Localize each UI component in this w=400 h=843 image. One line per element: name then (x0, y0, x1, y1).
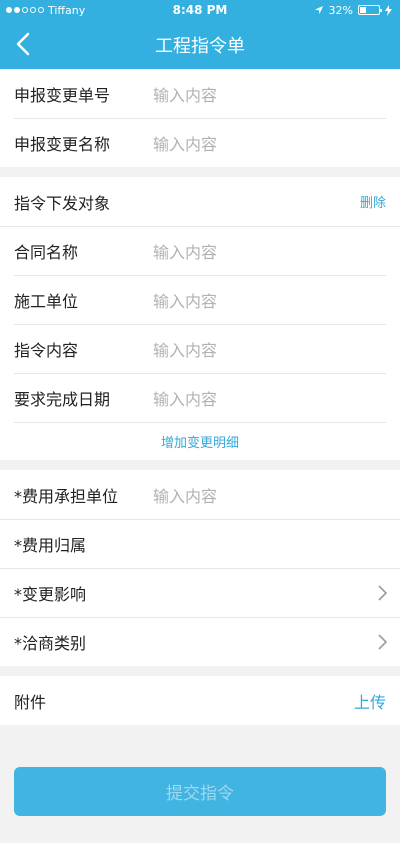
negotiation-type-label: *洽商类别 (14, 633, 87, 653)
add-detail-row: 增加变更明细 (0, 422, 400, 460)
delete-button[interactable]: 删除 (360, 192, 386, 211)
back-button[interactable] (8, 28, 38, 60)
negotiation-type-selector[interactable]: *洽商类别 (0, 617, 400, 666)
attachment-label: 附件 (14, 692, 47, 712)
chevron-left-icon (16, 32, 30, 56)
page-title: 工程指令单 (155, 35, 245, 57)
change-name-label: 申报变更名称 (14, 134, 111, 154)
charging-bolt-icon (385, 4, 392, 16)
change-name-field[interactable]: 申报变更名称 输入内容 (0, 118, 400, 167)
battery-percent: 32% (328, 3, 353, 17)
contract-name-field[interactable]: 合同名称 输入内容 (0, 226, 400, 275)
target-label: 指令下发对象 (14, 193, 111, 213)
instruction-section: 指令下发对象 删除 合同名称 输入内容 施工单位 输入内容 指令内容 输入内容 … (0, 177, 400, 460)
due-date-field[interactable]: 要求完成日期 输入内容 (0, 373, 400, 422)
cost-bearer-label: *费用承担单位 (14, 486, 119, 506)
construction-unit-field[interactable]: 施工单位 输入内容 (0, 275, 400, 324)
change-number-input[interactable]: 输入内容 (153, 82, 217, 106)
attachment-row: 附件 上传 (0, 676, 400, 725)
status-bar: Tiffany 8:48 PM 32% (0, 0, 400, 20)
battery-icon (358, 5, 382, 15)
change-number-field[interactable]: 申报变更单号 输入内容 (0, 69, 400, 118)
change-name-input[interactable]: 输入内容 (153, 131, 217, 155)
cost-section: *费用承担单位 输入内容 *费用归属 *变更影响 *洽商类别 (0, 470, 400, 666)
contract-name-input[interactable]: 输入内容 (153, 239, 217, 263)
instruction-content-label: 指令内容 (14, 340, 79, 360)
cost-bearer-input[interactable]: 输入内容 (153, 483, 217, 507)
change-impact-selector[interactable]: *变更影响 (0, 568, 400, 617)
change-number-label: 申报变更单号 (14, 85, 111, 105)
due-date-input[interactable]: 输入内容 (153, 386, 217, 410)
construction-unit-label: 施工单位 (14, 291, 79, 311)
target-row: 指令下发对象 删除 (0, 177, 400, 226)
chevron-right-icon (378, 633, 388, 650)
upload-button[interactable]: 上传 (354, 689, 386, 713)
construction-unit-input[interactable]: 输入内容 (153, 288, 217, 312)
cost-bearer-field[interactable]: *费用承担单位 输入内容 (0, 470, 400, 519)
submit-instruction-button[interactable]: 提交指令 (14, 767, 386, 816)
attachment-section: 附件 上传 (0, 676, 400, 725)
chevron-right-icon (378, 584, 388, 601)
due-date-label: 要求完成日期 (14, 389, 111, 409)
instruction-content-field[interactable]: 指令内容 输入内容 (0, 324, 400, 373)
change-section: 申报变更单号 输入内容 申报变更名称 输入内容 (0, 69, 400, 167)
cost-attribution-field[interactable]: *费用归属 (0, 519, 400, 568)
instruction-content-input[interactable]: 输入内容 (153, 337, 217, 361)
cost-attribution-label: *费用归属 (14, 535, 87, 555)
add-change-detail-button[interactable]: 增加变更明细 (0, 432, 400, 451)
contract-name-label: 合同名称 (14, 242, 79, 262)
top-bar: Tiffany 8:48 PM 32% 工程指令单 (0, 0, 400, 69)
change-impact-label: *变更影响 (14, 584, 87, 604)
location-arrow-icon (314, 6, 323, 14)
nav-bar: 工程指令单 (0, 20, 400, 69)
